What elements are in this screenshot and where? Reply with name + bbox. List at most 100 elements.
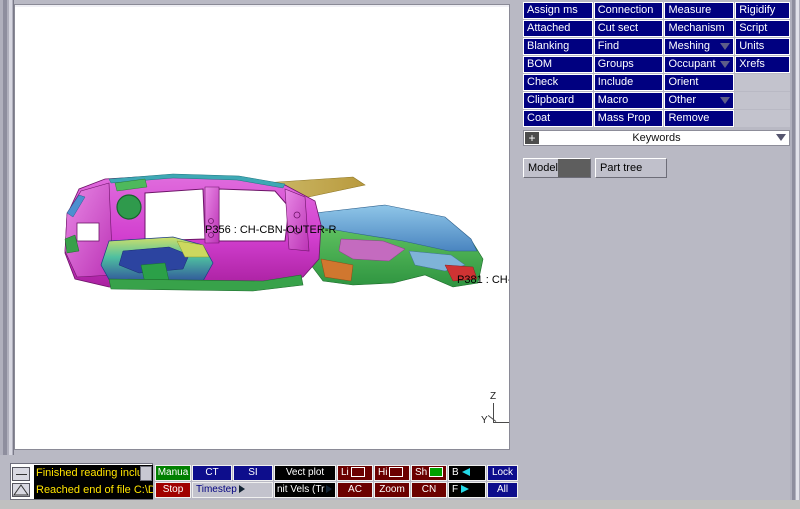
part-label-p356: P356 : CH-CBN-OUTER-R: [205, 224, 337, 236]
btn-lock[interactable]: Lock: [487, 465, 518, 481]
menu-occupant[interactable]: Occupant: [664, 56, 735, 73]
axis-x-line: [493, 422, 509, 423]
btn-stop[interactable]: Stop: [155, 482, 191, 498]
right-control-panel: Assign ms Connection Measure Rigidify At…: [518, 0, 800, 500]
menu-orient[interactable]: Orient: [664, 74, 735, 91]
menu-groups[interactable]: Groups: [593, 56, 664, 73]
scrollbar-track: [3, 0, 7, 455]
menu-cut-sect[interactable]: Cut sect: [593, 20, 664, 37]
menu-occupant-label: Occupant: [668, 58, 716, 70]
menu-empty-slot: [735, 74, 790, 91]
window-outline-icon: [389, 467, 404, 478]
menu-row: Clipboard Macro Other: [523, 92, 790, 109]
tab-model[interactable]: Model: [523, 158, 591, 178]
menu-empty-slot: [735, 92, 790, 109]
window-outline-icon: [350, 467, 365, 478]
car-body-model: [53, 155, 493, 335]
arrow-left-icon: [461, 468, 470, 477]
btn-manual[interactable]: Manua: [155, 465, 191, 481]
btn-all[interactable]: All: [487, 482, 518, 498]
btn-hi[interactable]: Hi: [374, 465, 410, 481]
keywords-label: Keywords: [632, 132, 681, 144]
btn-ct[interactable]: CT: [192, 465, 232, 481]
menu-macro[interactable]: Macro: [593, 92, 664, 109]
menu-row: BOM Groups Occupant Xrefs: [523, 56, 790, 73]
chevron-down-icon: [720, 97, 731, 104]
scrollbar-thumb[interactable]: [9, 0, 12, 455]
warning-icon[interactable]: [12, 483, 30, 497]
menu-check[interactable]: Check: [523, 74, 593, 91]
menu-measure[interactable]: Measure: [664, 2, 735, 19]
bottom-toolbar: Manua CT SI Vect plot Li Hi Sh B Lock St…: [155, 465, 518, 500]
btn-li[interactable]: Li: [337, 465, 373, 481]
menu-clipboard[interactable]: Clipboard: [523, 92, 593, 109]
menu-mass-prop[interactable]: Mass Prop: [593, 110, 664, 127]
console-output[interactable]: Finished reading includ Reached end of f…: [34, 465, 153, 499]
btn-init-vels-label: nit Vels (Tr: [277, 484, 325, 495]
menu-find[interactable]: Find: [593, 38, 664, 55]
flag-icon: [238, 485, 245, 494]
menu-include[interactable]: Include: [593, 74, 664, 91]
menu-row: Assign ms Connection Measure Rigidify: [523, 2, 790, 19]
menu-mechanism[interactable]: Mechanism: [664, 20, 735, 37]
menu-rigidify[interactable]: Rigidify: [735, 2, 790, 19]
menu-blanking[interactable]: Blanking: [523, 38, 593, 55]
window-filled-icon: [429, 467, 444, 478]
scrollbar-track: [792, 0, 795, 500]
scrollbar-thumb[interactable]: [796, 0, 799, 500]
menu-other-label: Other: [668, 94, 696, 106]
menu-meshing[interactable]: Meshing: [664, 38, 735, 55]
chevron-down-icon: [720, 61, 731, 68]
btn-sh-label: Sh: [415, 467, 428, 478]
btn-f[interactable]: F: [448, 482, 486, 498]
menu-coat[interactable]: Coat: [523, 110, 593, 127]
axis-label-y: Y: [481, 415, 488, 426]
menu-row: Attached Cut sect Mechanism Script: [523, 20, 790, 37]
menu-connection[interactable]: Connection: [593, 2, 664, 19]
console-line-2: Reached end of file C:\D: [36, 484, 153, 496]
keywords-bar[interactable]: + Keywords: [523, 130, 790, 146]
menu-xrefs[interactable]: Xrefs: [735, 56, 790, 73]
menu-bom[interactable]: BOM: [523, 56, 593, 73]
flag-icon: [326, 485, 333, 494]
menu-row: Check Include Orient: [523, 74, 790, 91]
keywords-expand-button[interactable]: +: [524, 131, 540, 145]
console-line-1: Finished reading includ: [36, 467, 150, 479]
btn-vect-plot[interactable]: Vect plot: [274, 465, 336, 481]
console-scroll-thumb[interactable]: [140, 466, 152, 481]
viewport-top-edge: [15, 5, 509, 7]
menu-attached[interactable]: Attached: [523, 20, 593, 37]
panel-tabs: Model Part tree: [523, 158, 790, 180]
menu-row: Blanking Find Meshing Units: [523, 38, 790, 55]
menu-other[interactable]: Other: [664, 92, 735, 109]
btn-zoom[interactable]: Zoom: [374, 482, 410, 498]
message-icon[interactable]: [12, 467, 30, 481]
menu-assign-ms[interactable]: Assign ms: [523, 2, 593, 19]
tab-part-tree-label: Part tree: [600, 162, 643, 174]
btn-b[interactable]: B: [448, 465, 486, 481]
menu-remove[interactable]: Remove: [664, 110, 735, 127]
menu-script[interactable]: Script: [735, 20, 790, 37]
btn-sh[interactable]: Sh: [411, 465, 447, 481]
menu-units[interactable]: Units: [735, 38, 790, 55]
btn-cn[interactable]: CN: [411, 482, 447, 498]
axis-triad-icon: Z X Y: [481, 391, 509, 435]
model-viewport[interactable]: P356 : CH-CBN-OUTER-R P381 : CH-F Z X Y: [14, 4, 510, 450]
right-vertical-scrollbar[interactable]: [790, 0, 800, 500]
btn-ac[interactable]: AC: [337, 482, 373, 498]
part-label-p381: P381 : CH-F: [457, 274, 509, 286]
btn-init-vels[interactable]: nit Vels (Tr: [274, 482, 336, 498]
left-vertical-scrollbar[interactable]: [0, 0, 14, 455]
tab-model-label: Model: [528, 162, 558, 174]
axis-label-z: Z: [490, 391, 497, 402]
menu-row: Coat Mass Prop Remove: [523, 110, 790, 127]
btn-hi-label: Hi: [378, 467, 388, 478]
btn-b-label: B: [452, 467, 459, 478]
btn-f-label: F: [452, 484, 459, 495]
btn-si[interactable]: SI: [233, 465, 273, 481]
btn-timestep[interactable]: Timestep: [192, 482, 273, 498]
tab-part-tree[interactable]: Part tree: [595, 158, 667, 178]
btn-li-label: Li: [341, 467, 349, 478]
application-window: P356 : CH-CBN-OUTER-R P381 : CH-F Z X Y: [0, 0, 800, 500]
chevron-down-icon[interactable]: [776, 134, 786, 141]
